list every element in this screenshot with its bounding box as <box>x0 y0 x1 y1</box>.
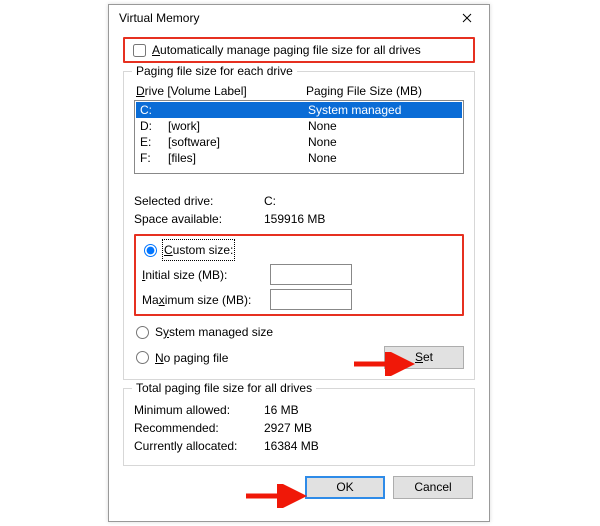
set-button[interactable]: Set <box>384 346 464 369</box>
totals-group: Total paging file size for all drives Mi… <box>123 388 475 466</box>
recommended-row: Recommended: 2927 MB <box>134 419 464 437</box>
dialog-footer: OK Cancel <box>123 476 475 499</box>
system-managed-label: System managed size <box>155 322 273 342</box>
selected-drive-row: Selected drive: C: <box>134 192 464 210</box>
drive-row[interactable]: F:[files]None <box>136 150 462 166</box>
initial-size-label: Initial size (MB): <box>142 268 270 282</box>
auto-manage-row: Automatically manage paging file size fo… <box>123 37 475 63</box>
drive-row[interactable]: D:[work]None <box>136 118 462 134</box>
no-paging-file-radio[interactable] <box>136 351 149 364</box>
space-available-row: Space available: 159916 MB <box>134 210 464 228</box>
cancel-button[interactable]: Cancel <box>393 476 473 499</box>
per-drive-legend: Paging file size for each drive <box>132 64 297 78</box>
auto-manage-label: Automatically manage paging file size fo… <box>152 43 421 57</box>
currently-allocated-row: Currently allocated: 16384 MB <box>134 437 464 455</box>
window-title: Virtual Memory <box>119 11 447 25</box>
drive-row[interactable]: E:[software]None <box>136 134 462 150</box>
custom-size-label: Custom size: <box>163 240 234 260</box>
close-icon <box>462 13 472 23</box>
custom-size-block: Custom size: Initial size (MB): Maximum … <box>134 234 464 316</box>
custom-size-radio[interactable] <box>144 244 157 257</box>
drive-list-header: Drive [Volume Label] Paging File Size (M… <box>134 84 464 100</box>
ok-button[interactable]: OK <box>305 476 385 499</box>
maximum-size-input[interactable] <box>270 289 352 310</box>
system-managed-radio[interactable] <box>136 326 149 339</box>
drive-list[interactable]: C:System managedD:[work]NoneE:[software]… <box>134 100 464 174</box>
per-drive-group: Paging file size for each drive Drive [V… <box>123 71 475 380</box>
maximum-size-label: Maximum size (MB): <box>142 293 270 307</box>
no-paging-file-label: No paging file <box>155 348 228 368</box>
virtual-memory-dialog: Virtual Memory Automatically manage pagi… <box>108 4 490 522</box>
auto-manage-checkbox[interactable] <box>133 44 146 57</box>
close-button[interactable] <box>447 6 487 30</box>
totals-legend: Total paging file size for all drives <box>132 381 316 395</box>
minimum-allowed-row: Minimum allowed: 16 MB <box>134 401 464 419</box>
drive-row[interactable]: C:System managed <box>136 102 462 118</box>
initial-size-input[interactable] <box>270 264 352 285</box>
titlebar: Virtual Memory <box>109 5 489 31</box>
